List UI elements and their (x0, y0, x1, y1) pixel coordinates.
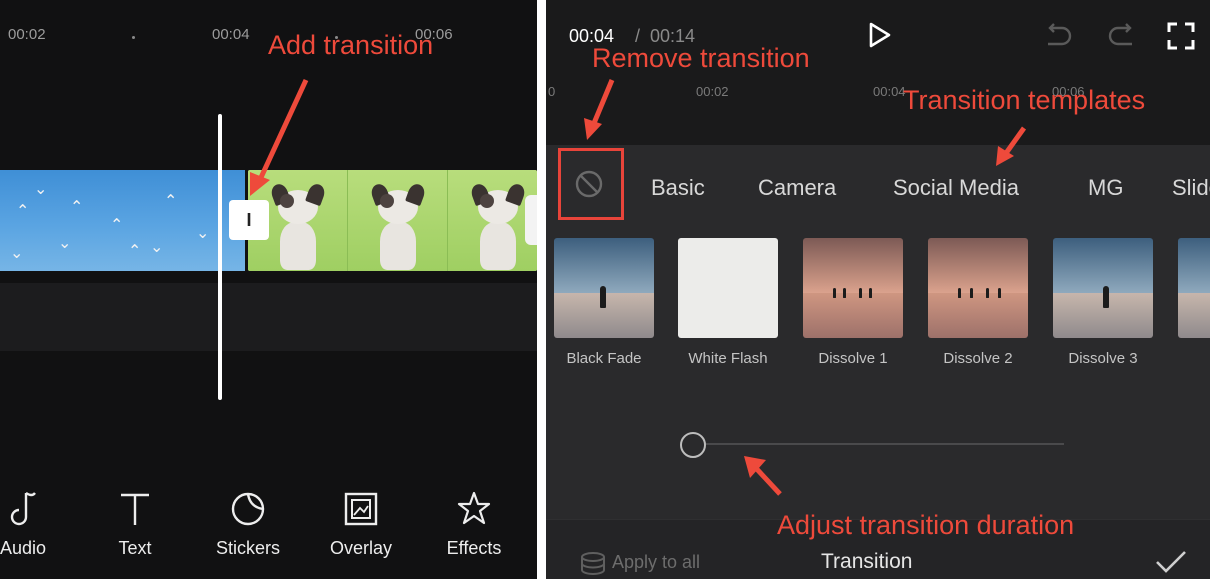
redo-icon (1108, 23, 1132, 46)
template-label: Dissolve 2 (943, 350, 1013, 367)
apply-to-all-button[interactable]: Apply to all (612, 552, 700, 573)
no-transition-icon (575, 170, 603, 198)
music-note-icon (0, 486, 73, 532)
confirm-button[interactable] (1154, 549, 1188, 579)
template-dissolve-1[interactable] (803, 238, 903, 338)
checkmark-icon (1156, 551, 1186, 573)
annotation-remove-transition: Remove transition (592, 43, 810, 73)
template-dissolve-2[interactable] (928, 238, 1028, 338)
overlay-icon (311, 486, 411, 532)
clip-trim-handle[interactable] (525, 195, 537, 245)
category-tab-slide[interactable]: Slide (1172, 175, 1210, 201)
annotation-arrow (584, 79, 615, 140)
template-label: Dissolve 3 (1068, 350, 1138, 367)
ruler-time-label: 00:02 (696, 84, 729, 99)
ruler-time-label: 00:02 (8, 26, 46, 43)
redo-button[interactable] (1106, 22, 1138, 55)
annotation-arrow (996, 126, 1027, 166)
fullscreen-icon (1167, 22, 1195, 50)
toolbar-overlay-button[interactable]: Overlay (311, 486, 411, 559)
template-white-flash[interactable] (678, 238, 778, 338)
empty-track (0, 283, 537, 351)
annotation-adjust-duration: Adjust transition duration (777, 510, 1075, 540)
annotation-arrow (250, 78, 309, 196)
annotation-transition-templates: Transition templates (903, 85, 1146, 115)
transition-panel: 00:04 / 00:14 0 00:02 00:04 00:06 Basic … (546, 0, 1210, 579)
category-tab-basic[interactable]: Basic (651, 175, 705, 201)
toolbar-audio-button[interactable]: Audio (0, 486, 73, 559)
duration-slider-thumb[interactable] (680, 432, 706, 458)
play-icon (869, 22, 891, 48)
category-tab-camera[interactable]: Camera (758, 175, 836, 201)
sheet-title: Transition (821, 550, 913, 573)
toolbar-label: Overlay (329, 538, 392, 558)
ruler-time-label: 00:04 (212, 26, 250, 43)
fullscreen-button[interactable] (1166, 21, 1196, 56)
template-black-fade[interactable] (554, 238, 654, 338)
annotation-arrow (744, 456, 782, 496)
undo-button[interactable] (1042, 22, 1074, 55)
toolbar-label: Audio (0, 538, 47, 558)
video-clip-birds[interactable]: ⌃ ⌄ ⌃ ⌄ ⌃ ⌄ ⌃ ⌄ ⌄ ⌃ (0, 170, 245, 271)
layers-icon (581, 552, 605, 575)
duration-slider-track[interactable] (702, 443, 1064, 445)
add-transition-button[interactable]: I (229, 200, 269, 240)
annotation-add-transition: Add transition (268, 30, 434, 60)
category-tab-mg[interactable]: MG (1088, 175, 1123, 201)
toolbar-label: Effects (446, 538, 502, 558)
toolbar-label: Stickers (215, 538, 280, 558)
effects-star-icon (424, 486, 524, 532)
play-button[interactable] (867, 21, 893, 54)
clip-frame-thumbnail (348, 170, 448, 271)
ruler-time-label: 00:04 (873, 84, 906, 99)
toolbar-text-button[interactable]: Text (85, 486, 185, 559)
timeline-editor-panel: 00:02 00:04 00:06 ⌃ ⌄ ⌃ ⌄ ⌃ ⌄ ⌃ ⌄ ⌄ ⌃ I … (0, 0, 537, 579)
clip-frame-thumbnail (448, 170, 537, 271)
template-dissolve-3[interactable] (1053, 238, 1153, 338)
template-label: Dissolve 1 (818, 350, 888, 367)
ruler-time-label: 0 (548, 84, 556, 99)
template-partial[interactable] (1178, 238, 1210, 338)
toolbar-label: Text (118, 538, 152, 558)
toolbar-effects-button[interactable]: Effects (424, 486, 524, 559)
template-label: Black Fade (566, 350, 642, 367)
undo-icon (1048, 23, 1072, 46)
playhead[interactable] (218, 114, 222, 400)
template-label: White Flash (688, 350, 768, 367)
ruler-tick (132, 36, 135, 39)
sticker-icon (198, 486, 298, 532)
toolbar-stickers-button[interactable]: Stickers (198, 486, 298, 559)
category-tab-social-media[interactable]: Social Media (893, 175, 1019, 201)
text-icon (85, 486, 185, 532)
